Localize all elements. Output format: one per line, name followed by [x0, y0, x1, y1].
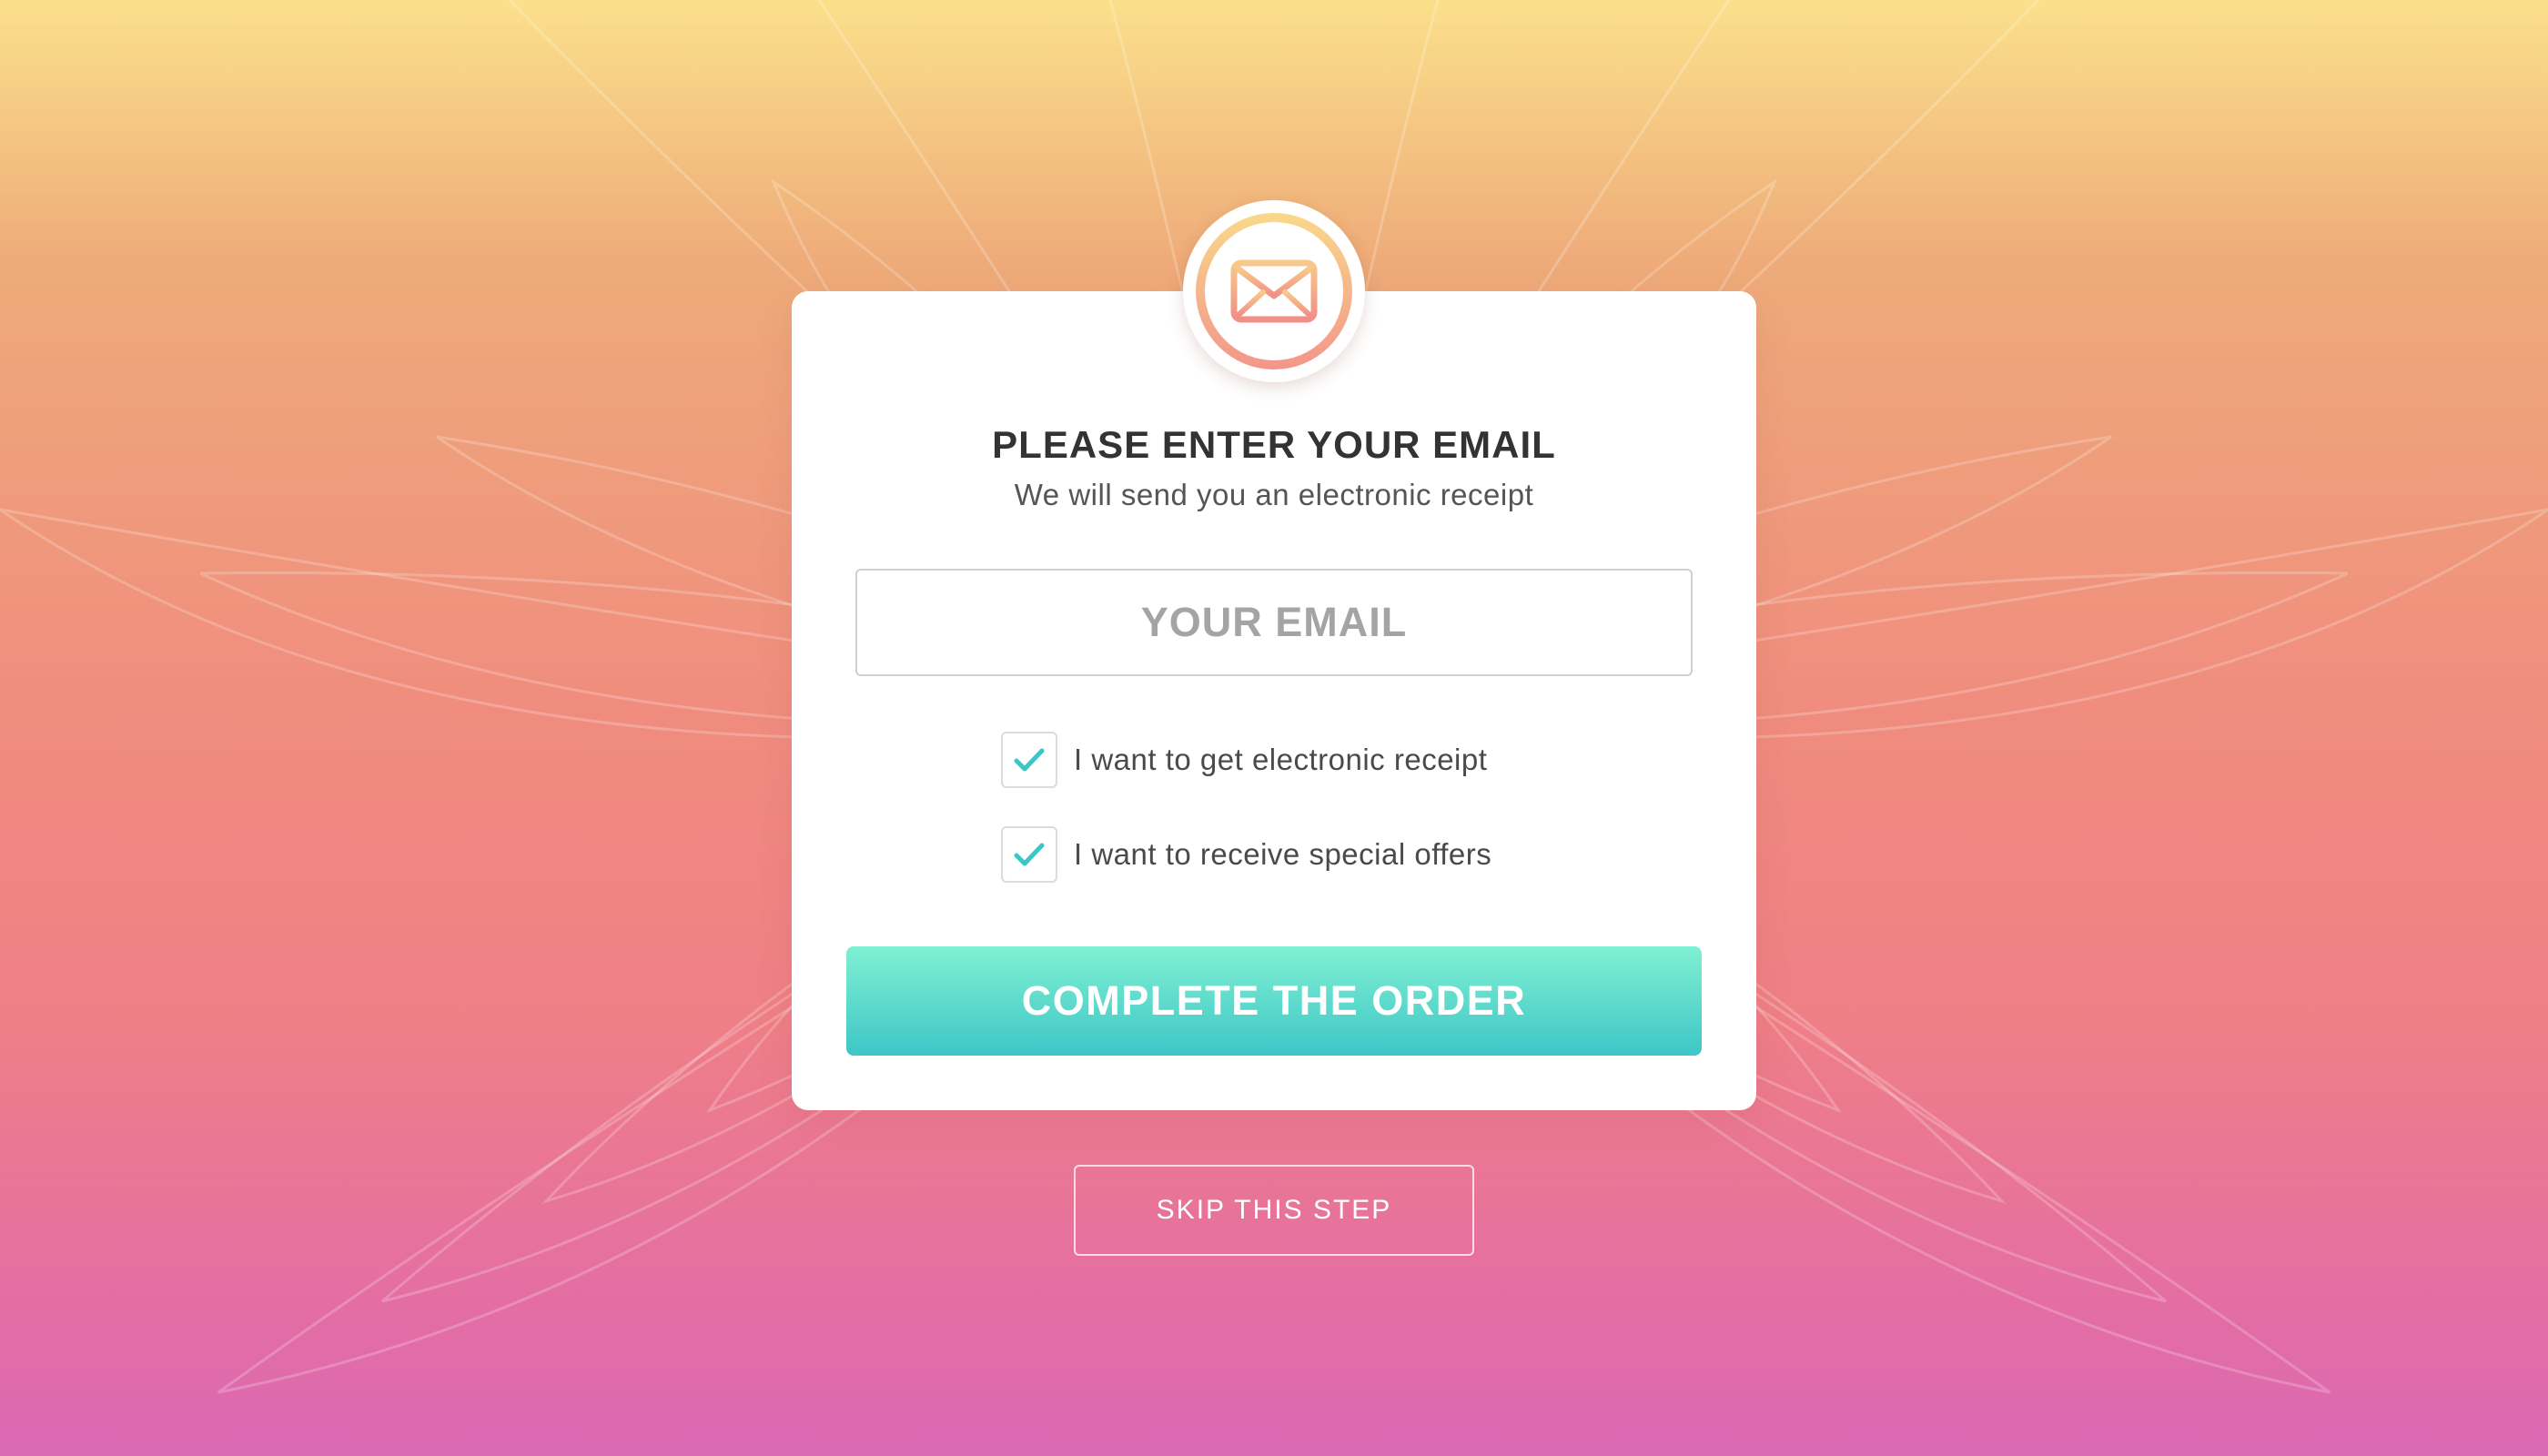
receipt-option-label: I want to get electronic receipt	[1074, 743, 1488, 776]
card-title: PLEASE ENTER YOUR EMAIL	[992, 423, 1556, 466]
checkmark-icon	[1014, 748, 1045, 772]
receipt-option[interactable]: I want to get electronic receipt	[1001, 732, 1487, 788]
checkmark-icon	[1014, 843, 1045, 866]
offers-option[interactable]: I want to receive special offers	[1001, 826, 1491, 883]
email-badge	[1183, 200, 1365, 382]
offers-option-label: I want to receive special offers	[1074, 837, 1492, 871]
skip-step-button[interactable]: SKIP THIS STEP	[1074, 1165, 1474, 1256]
complete-order-button[interactable]: COMPLETE THE ORDER	[846, 946, 1702, 1056]
receipt-checkbox[interactable]	[1001, 732, 1057, 788]
offers-checkbox[interactable]	[1001, 826, 1057, 883]
card-subtitle: We will send you an electronic receipt	[1014, 478, 1534, 511]
email-card: PLEASE ENTER YOUR EMAIL We will send you…	[792, 291, 1756, 1110]
email-input[interactable]	[855, 569, 1693, 676]
envelope-icon	[1230, 259, 1318, 323]
